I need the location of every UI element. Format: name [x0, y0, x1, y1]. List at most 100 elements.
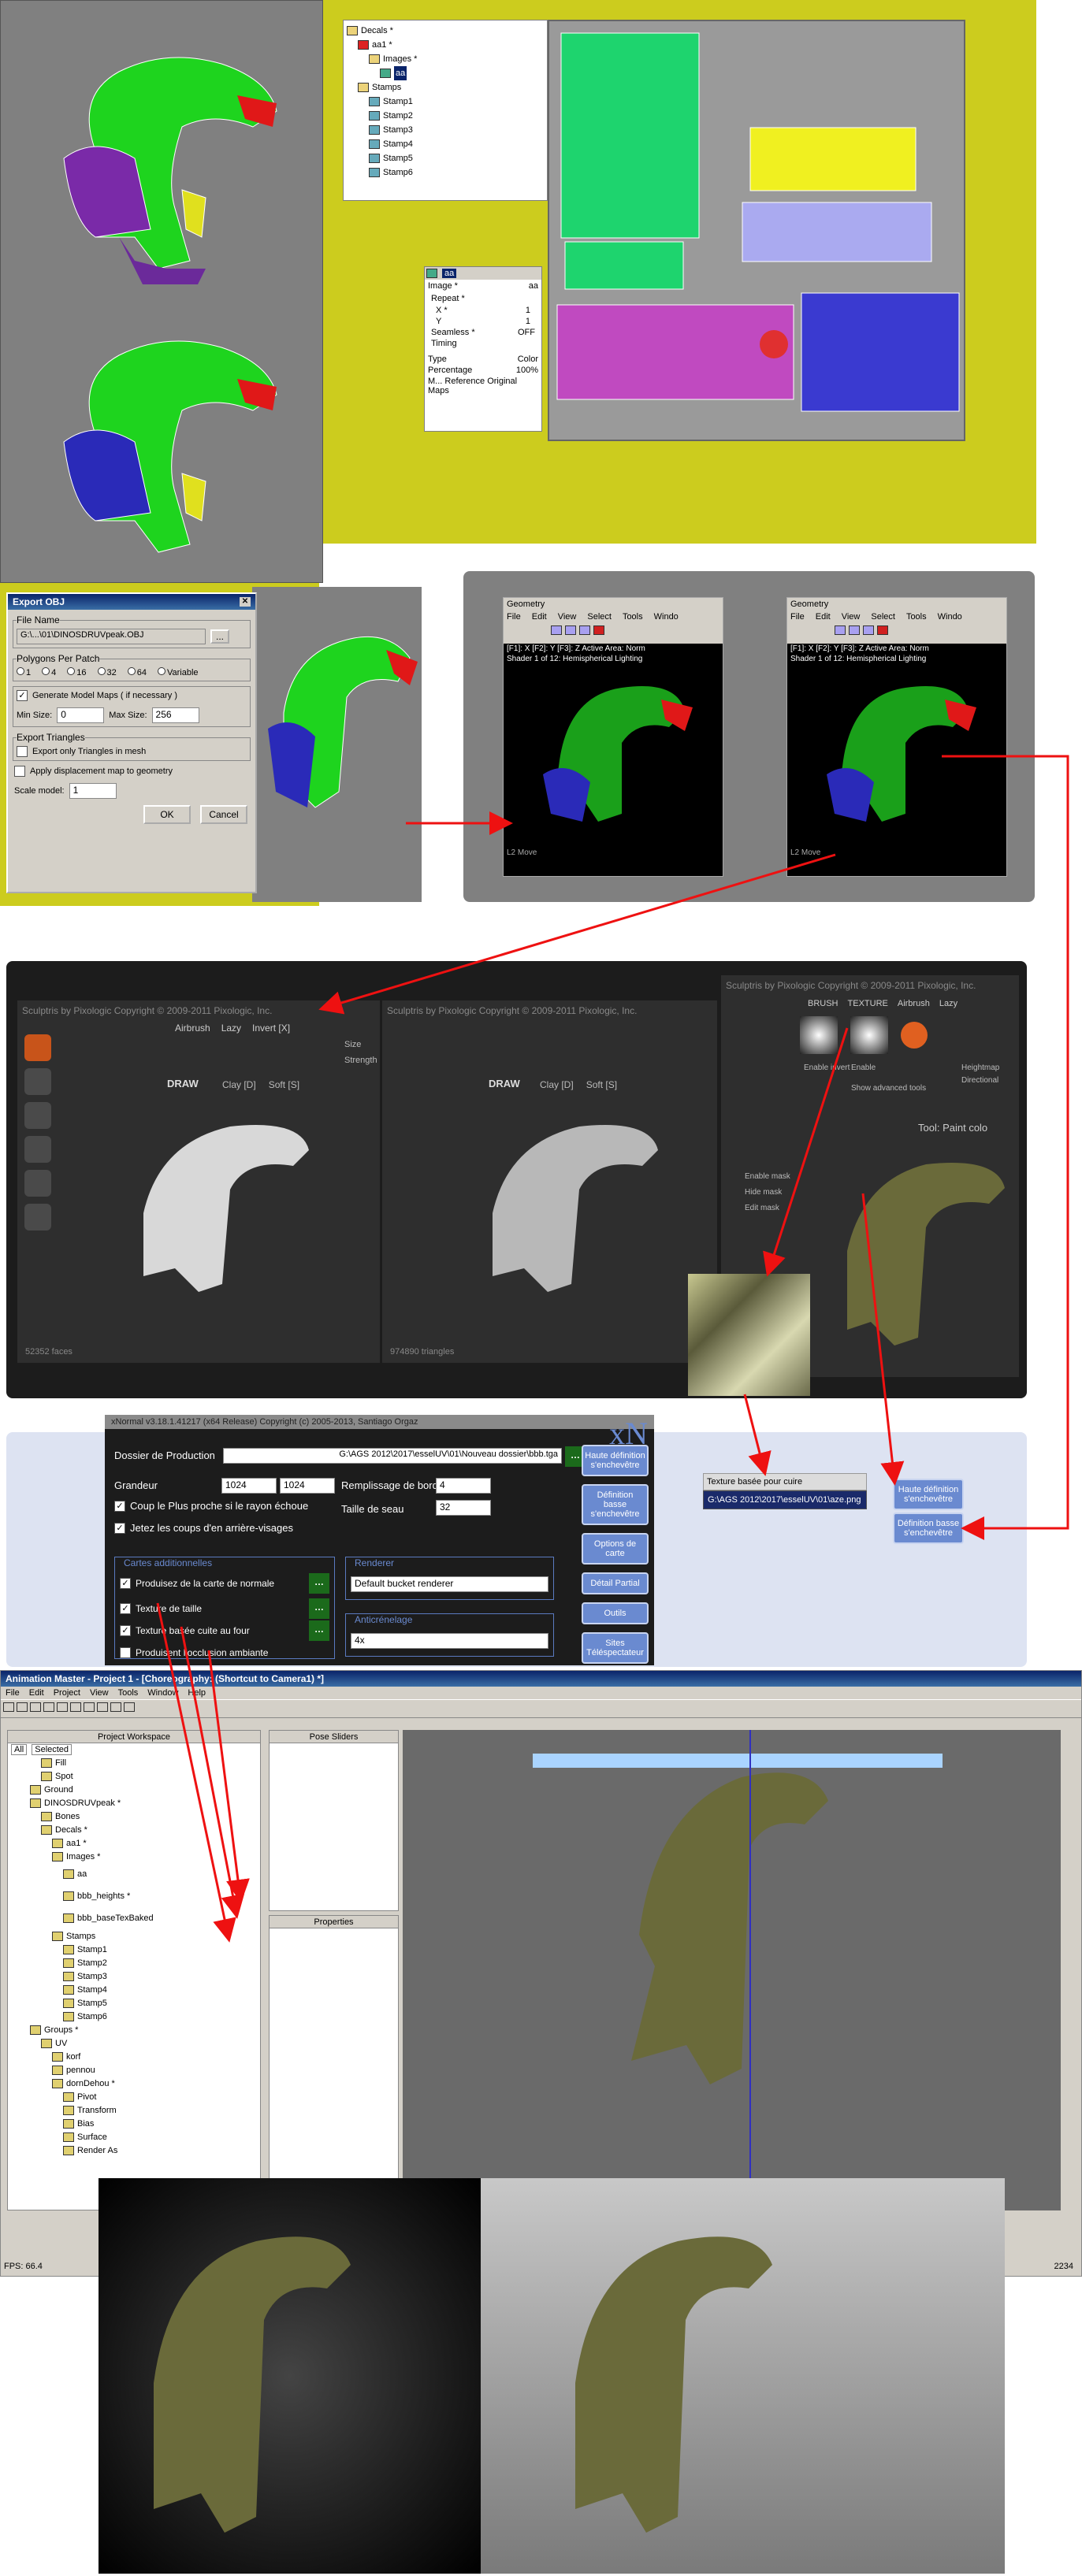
tool-icon[interactable] [593, 625, 604, 635]
tree-item[interactable]: UV [8, 2036, 260, 2050]
browse-button[interactable]: ... [210, 629, 229, 644]
options-button[interactable]: … [309, 1620, 329, 1641]
tree-item[interactable]: Ground [8, 1783, 260, 1796]
tree-item[interactable]: Bones [8, 1810, 260, 1823]
height-select[interactable]: 1024 [280, 1478, 335, 1494]
uv-map-view[interactable] [548, 20, 965, 441]
menu-item[interactable]: File [790, 612, 805, 622]
airbrush-toggle[interactable]: Airbrush [175, 1023, 210, 1034]
tree-item[interactable]: aa [8, 1863, 260, 1885]
output-file-input[interactable]: G:\AGS 2012\2017\esselUV\01\Nouveau doss… [223, 1448, 562, 1464]
polygons-option[interactable]: Variable [158, 667, 199, 677]
scale-input[interactable]: 1 [69, 783, 117, 799]
base-texture-path[interactable]: G:\AGS 2012\2017\esselUV\01\aze.png [703, 1490, 867, 1509]
cancel-button[interactable]: Cancel [200, 805, 247, 824]
show-advanced-tools[interactable]: Show advanced tools [851, 1084, 926, 1093]
repeat-group[interactable]: Repeat * [425, 292, 541, 305]
high-def-mesh-button[interactable]: Haute définition s'enchevêtre [893, 1479, 964, 1510]
tree-item[interactable]: Images * [8, 1850, 260, 1863]
menu-item[interactable]: Edit [816, 612, 831, 622]
invert-toggle[interactable]: Invert [X] [252, 1023, 290, 1034]
menu-item[interactable]: Tools [906, 612, 927, 622]
reference-row[interactable]: M... Reference Original Maps [425, 376, 541, 396]
tree-item[interactable]: Stamps [347, 80, 544, 95]
close-icon[interactable]: ✕ [240, 597, 251, 607]
backface-checkbox[interactable]: ✓ [114, 1522, 125, 1534]
clay-option[interactable]: Clay [D] [540, 1079, 574, 1090]
tree-item[interactable]: korf [8, 2050, 260, 2063]
timing-row[interactable]: Timing [425, 338, 541, 349]
menu-item[interactable]: File [6, 1688, 20, 1698]
ok-button[interactable]: OK [143, 805, 191, 824]
tree-item[interactable]: Stamp4 [8, 1983, 260, 1996]
tree-item[interactable]: bbb_baseTexBaked [8, 1907, 260, 1929]
new-icon[interactable] [3, 1702, 14, 1712]
tree-item[interactable]: Fill [8, 1756, 260, 1769]
tree-item[interactable]: Stamp4 [347, 137, 544, 151]
tool-icon[interactable] [863, 625, 874, 635]
zoom-icon[interactable] [110, 1702, 121, 1712]
tool-button[interactable] [24, 1170, 51, 1197]
camera-viewport[interactable] [403, 1730, 1061, 2210]
tree-item[interactable]: Spot [8, 1769, 260, 1783]
image-prop-row[interactable]: Image * aa [425, 280, 541, 292]
base-texture-checkbox[interactable]: ✓ [120, 1625, 131, 1636]
xnormal-nav-button[interactable]: Sites Téléspectateur [582, 1632, 649, 1664]
tool-icon[interactable] [849, 625, 860, 635]
tree-item[interactable]: Bias [8, 2117, 260, 2130]
repeat-x[interactable]: X * 1 [425, 305, 541, 316]
tool-button[interactable] [24, 1102, 51, 1129]
polygons-option[interactable]: 1 [17, 667, 31, 677]
xnormal-nav-button[interactable]: Définition basse s'enchevêtre [582, 1484, 649, 1525]
soft-option[interactable]: Soft [S] [586, 1079, 617, 1090]
strength-slider[interactable]: Strength [344, 1056, 377, 1065]
tree-item[interactable]: pennou [8, 2063, 260, 2077]
displacement-checkbox[interactable] [14, 766, 25, 777]
tree-item[interactable]: Stamp2 [347, 109, 544, 123]
filename-input[interactable]: G:\...\01\DINOSDRUVpeak.OBJ [17, 629, 206, 644]
repeat-y[interactable]: Y1 [425, 316, 541, 327]
menu-item[interactable]: Edit [29, 1688, 44, 1698]
brush-swatch[interactable] [800, 1016, 838, 1054]
tree-item[interactable]: Surface [8, 2130, 260, 2144]
type-row[interactable]: Type Color [425, 354, 541, 365]
tree-item[interactable]: Groups * [8, 2023, 260, 2036]
tree-item[interactable]: Stamp6 [8, 2010, 260, 2023]
ao-checkbox[interactable] [120, 1647, 131, 1658]
seamless-row[interactable]: Seamless * OFF [425, 327, 541, 338]
menu-item[interactable]: Edit [532, 612, 547, 622]
menu-item[interactable]: File [507, 612, 521, 622]
polygons-option[interactable]: 4 [42, 667, 56, 677]
min-size-select[interactable]: 0 [57, 707, 105, 723]
tab-selected[interactable]: Selected [32, 1744, 73, 1755]
cut-icon[interactable] [43, 1702, 54, 1712]
menu-item[interactable]: Windo [938, 612, 962, 622]
normal-map-checkbox[interactable]: ✓ [120, 1578, 131, 1589]
tree-item[interactable]: Stamp3 [347, 123, 544, 137]
menu-item[interactable]: Tools [623, 612, 643, 622]
tree-item[interactable]: Stamp5 [347, 151, 544, 165]
generate-maps-checkbox[interactable]: ✓ [17, 690, 28, 701]
redo-icon[interactable] [97, 1702, 108, 1712]
tree-item[interactable]: Stamp1 [8, 1943, 260, 1956]
tree-item[interactable]: Stamp2 [8, 1956, 260, 1969]
menu-item[interactable]: Project [54, 1688, 80, 1698]
menu-item[interactable]: Tools [118, 1688, 139, 1698]
tree-item[interactable]: Render As [8, 2144, 260, 2157]
menu-item[interactable]: View [90, 1688, 109, 1698]
menu-item[interactable]: Select [871, 612, 895, 622]
options-button[interactable]: … [309, 1573, 329, 1594]
polygons-option[interactable]: 64 [127, 667, 147, 677]
menu-item[interactable]: Windo [654, 612, 679, 622]
bucket-size-select[interactable]: 32 [436, 1500, 491, 1516]
tool-icon[interactable] [565, 625, 576, 635]
paste-icon[interactable] [70, 1702, 81, 1712]
lazy-toggle[interactable]: Lazy [221, 1023, 241, 1034]
tree-item[interactable]: Stamp1 [347, 95, 544, 109]
menu-item[interactable]: Help [188, 1688, 206, 1698]
render-icon[interactable] [124, 1702, 135, 1712]
tool-icon[interactable] [579, 625, 590, 635]
clay-option[interactable]: Clay [D] [222, 1079, 256, 1090]
tree-item[interactable]: Stamps [8, 1929, 260, 1943]
open-icon[interactable] [17, 1702, 28, 1712]
